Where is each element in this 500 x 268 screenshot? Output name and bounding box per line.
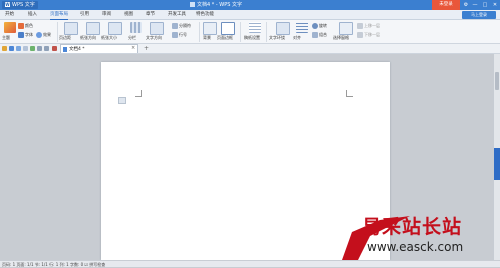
background-label[interactable]: 背景 — [203, 33, 211, 42]
font-icon — [18, 32, 24, 38]
tab-review[interactable]: 审阅 — [102, 11, 111, 19]
margin-corner-top-left — [135, 90, 142, 97]
watermark-chinese: 易采站长站 — [362, 216, 463, 238]
close-button[interactable]: ✕ — [490, 0, 500, 10]
page-border-label[interactable]: 页面边框 — [217, 33, 233, 42]
close-tab-icon[interactable]: × — [131, 45, 135, 52]
margins-label[interactable]: 页边距 — [59, 33, 71, 42]
effects-icon — [36, 32, 42, 38]
columns-label[interactable]: 分栏 — [128, 33, 136, 42]
manuscript-label[interactable]: 稿纸设置 — [244, 33, 260, 42]
orientation-label[interactable]: 纸张方向 — [80, 33, 96, 42]
bring-forward-label: 上移一层 — [364, 23, 380, 28]
effects-button[interactable]: 效果 — [36, 30, 51, 39]
login-button[interactable]: 未登录 — [432, 0, 460, 10]
wps-logo-icon: W — [5, 2, 10, 7]
print-preview-icon[interactable] — [23, 46, 28, 51]
send-backward-label: 下移一层 — [364, 32, 380, 37]
breaks-icon — [172, 23, 178, 29]
tab-features[interactable]: 特色功能 — [196, 11, 214, 19]
tab-chapter[interactable]: 章节 — [146, 11, 155, 19]
margin-corner-top-right — [346, 90, 353, 97]
print-icon[interactable] — [16, 46, 21, 51]
line-numbers-label: 行号 — [179, 32, 187, 37]
group-button[interactable]: 组合 — [312, 30, 327, 39]
divider — [199, 22, 200, 42]
save-icon[interactable] — [9, 46, 14, 51]
group-label: 组合 — [319, 32, 327, 37]
colors-button[interactable]: 颜色 — [18, 21, 33, 30]
app-name: WPS 文字 — [12, 2, 35, 8]
send-backward-button[interactable]: 下移一层 — [357, 30, 380, 39]
rotate-button[interactable]: 旋转 — [312, 21, 327, 30]
divider — [266, 22, 267, 42]
group-icon — [312, 32, 318, 38]
font-theme-button[interactable]: 字体 — [18, 30, 33, 39]
font-label: 字体 — [25, 32, 33, 37]
tab-references[interactable]: 引用 — [80, 11, 89, 19]
theme-label[interactable]: 主题 — [2, 33, 10, 42]
columns-icon[interactable] — [130, 22, 142, 33]
theme-icon[interactable] — [4, 22, 16, 33]
paper-size-label[interactable]: 纸张大小 — [101, 33, 117, 42]
divider — [240, 22, 241, 42]
colors-label: 颜色 — [25, 23, 33, 28]
tab-insert[interactable]: 插入 — [28, 11, 37, 19]
undo-icon[interactable] — [37, 46, 42, 51]
breaks-label: 分隔符 — [179, 23, 191, 28]
side-panel-toggle[interactable] — [494, 148, 500, 180]
title-bar — [0, 0, 500, 10]
window-title-text: 文档4 * - WPS 文字 — [197, 2, 242, 8]
document-tab-label: 文档4 * — [69, 47, 85, 52]
format-painter-icon[interactable] — [52, 46, 57, 51]
align-label[interactable]: 对齐 — [293, 33, 301, 42]
text-wrap-label[interactable]: 文字环绕 — [269, 33, 285, 42]
bring-forward-icon — [357, 23, 363, 29]
text-direction-label[interactable]: 文字方向 — [146, 33, 162, 42]
quick-login-button[interactable]: 马上登录 — [462, 11, 496, 19]
open-folder-icon[interactable] — [2, 46, 7, 51]
document-tab[interactable]: 文档4 * — [60, 44, 138, 53]
maximize-button[interactable]: □ — [480, 0, 490, 10]
app-menu-button[interactable]: W WPS 文字 — [2, 1, 38, 9]
export-pdf-icon[interactable] — [30, 46, 35, 51]
effects-label: 效果 — [43, 32, 51, 37]
scrollbar-thumb[interactable] — [495, 72, 499, 90]
tab-start[interactable]: 开始 — [5, 11, 14, 19]
window-title: 文档4 * - WPS 文字 — [190, 2, 242, 8]
tab-developer[interactable]: 开发工具 — [168, 11, 186, 19]
breaks-button[interactable]: 分隔符 — [172, 21, 191, 30]
watermark-url: www.easck.com — [367, 240, 464, 254]
manuscript-icon[interactable] — [249, 22, 261, 33]
status-bar: 页码: 1 页面: 1/1 节: 1/1 行: 1 列: 1 字数: 0 ☑ 拼… — [0, 260, 500, 267]
document-icon — [190, 2, 195, 7]
align-icon[interactable] — [296, 22, 308, 33]
line-numbers-icon — [172, 32, 178, 38]
rotate-icon — [312, 23, 318, 29]
redo-icon[interactable] — [44, 46, 49, 51]
paste-options-icon[interactable] — [118, 97, 126, 104]
send-backward-icon — [357, 32, 363, 38]
divider — [57, 22, 58, 42]
document-tab-icon — [63, 47, 67, 52]
tab-view[interactable]: 视图 — [124, 11, 133, 19]
line-numbers-button[interactable]: 行号 — [172, 30, 187, 39]
selection-pane-label[interactable]: 选择窗格 — [333, 33, 349, 42]
minimize-button[interactable]: — — [470, 0, 480, 10]
palette-icon — [18, 23, 24, 29]
menu-bar — [0, 10, 500, 20]
tab-page-layout[interactable]: 页面布局 — [50, 11, 68, 20]
rotate-label: 旋转 — [319, 23, 327, 28]
bring-forward-button[interactable]: 上移一层 — [357, 21, 380, 30]
new-tab-icon[interactable]: + — [144, 44, 149, 53]
